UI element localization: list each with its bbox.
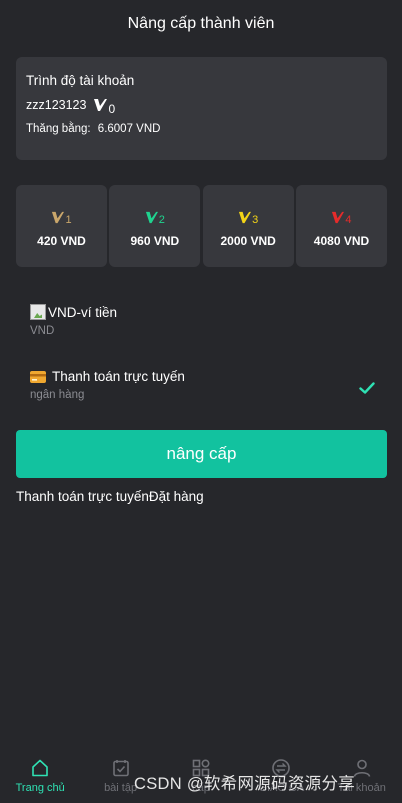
tier-price: 2000 VND	[220, 234, 276, 248]
vip-1-icon: 1	[51, 204, 72, 226]
payment-links: Thanh toán trực tuyến Đặt hàng	[16, 489, 204, 504]
user-icon	[353, 759, 371, 777]
vip-4-icon: 4	[331, 204, 352, 226]
tier-card-1[interactable]: 1 420 VND	[16, 185, 107, 267]
tier-price: 420 VND	[37, 234, 86, 248]
vip-level-badge: 0	[93, 98, 116, 116]
account-row: zzz123123 0	[26, 98, 377, 116]
tier-level: 4	[345, 214, 352, 226]
page-header: Nâng cấp thành viên	[0, 0, 402, 48]
nav-item-tasks[interactable]: bài tập	[81, 758, 161, 794]
check-icon	[359, 382, 375, 394]
account-card: Trình độ tài khoản zzz123123 0 Thăng bằn…	[16, 57, 387, 160]
balance-row: Thăng bằng: 6.6007 VND	[26, 123, 377, 135]
tier-level: 1	[65, 214, 72, 226]
tier-level: 2	[158, 214, 165, 226]
balance-value: 6.6007 VND	[97, 123, 161, 135]
nav-item-account[interactable]: Tài khoản	[322, 758, 402, 794]
home-icon	[32, 759, 48, 777]
nav-label: cấp	[192, 782, 210, 794]
nav-item-level[interactable]: cấp	[161, 758, 241, 794]
tier-card-2[interactable]: 2 960 VND	[109, 185, 201, 267]
nav-item-home[interactable]: Trang chủ	[0, 758, 80, 794]
nav-label: bài tập	[104, 782, 138, 794]
nav-label: GIAO CA	[258, 782, 305, 794]
task-icon	[112, 760, 129, 777]
tier-list: 1 420 VND 2 960 VND 3 2000 VND 4 4080 VN…	[16, 185, 387, 267]
online-payment-link[interactable]: Thanh toán trực tuyến	[16, 489, 149, 504]
username: zzz123123	[26, 98, 87, 112]
bottom-nav: Trang chủ bài tập cấp GIAO CA Tài khoản	[0, 750, 402, 803]
exchange-icon	[272, 759, 291, 777]
payment-option-subtitle: ngân hàng	[30, 389, 85, 401]
broken-image-icon	[30, 304, 46, 320]
nav-item-exchange[interactable]: GIAO CA	[241, 758, 321, 794]
balance-label: Thăng bằng:	[26, 123, 91, 135]
nav-label: Trang chủ	[15, 782, 65, 794]
tier-card-3[interactable]: 3 2000 VND	[202, 185, 294, 267]
vip-level-number: 0	[108, 102, 116, 116]
tier-level: 3	[252, 214, 259, 226]
payment-option-title: VND-ví tiền	[48, 304, 118, 320]
payment-option-subtitle: VND	[30, 325, 55, 337]
upgrade-button[interactable]: nâng cấp	[16, 430, 387, 478]
payment-option-title: Thanh toán trực tuyến	[52, 369, 185, 384]
vip-2-icon: 2	[145, 204, 165, 226]
account-level-title: Trình độ tài khoản	[26, 73, 135, 88]
order-link[interactable]: Đặt hàng	[149, 489, 204, 504]
tier-price: 4080 VND	[313, 234, 370, 248]
vip-icon	[94, 99, 108, 111]
page-title: Nâng cấp thành viên	[127, 15, 275, 32]
payment-option-online[interactable]: Thanh toán trực tuyến ngân hàng	[30, 369, 375, 401]
grid-icon	[192, 759, 210, 777]
nav-label: Tài khoản	[337, 782, 386, 794]
payment-option-wallet[interactable]: VND-ví tiền VND	[30, 304, 375, 337]
card-icon	[30, 370, 46, 383]
vip-3-icon: 3	[238, 204, 259, 226]
tier-card-4[interactable]: 4 4080 VND	[295, 185, 387, 267]
tier-price: 960 VND	[130, 234, 180, 248]
